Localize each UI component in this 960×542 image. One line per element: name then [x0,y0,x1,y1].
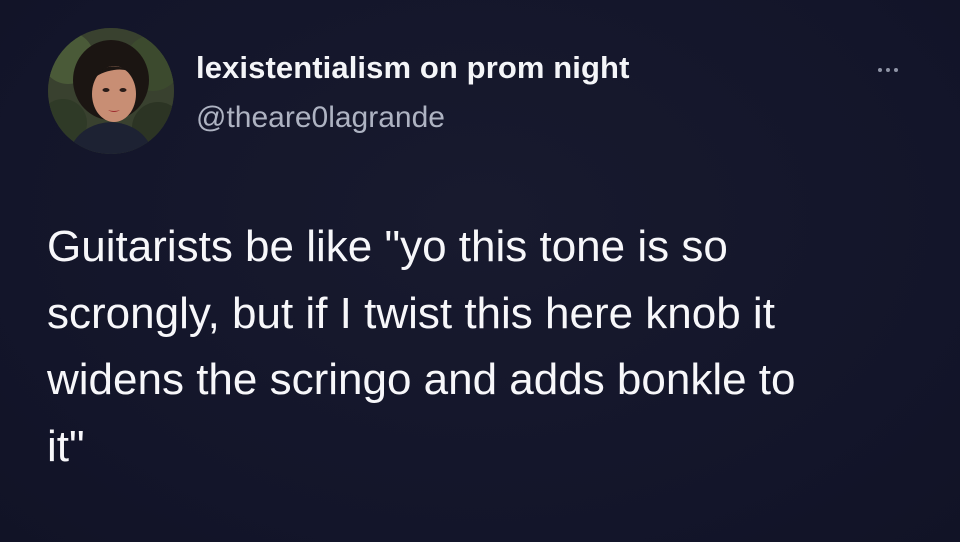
profile-photo-icon [48,28,174,154]
tweet-text-line: widens the scringo and adds bonkle to [47,355,796,404]
tweet-text-line: Guitarists be like "yo this tone is so [47,222,728,271]
author-handle[interactable]: @theare0lagrande [196,101,445,135]
more-dots-icon[interactable] [866,58,910,82]
tweet-card: lexistentialism on prom night @theare0la… [0,0,960,542]
tweet-text: Guitarists be like "yo this tone is so s… [47,214,927,480]
author-display-name[interactable]: lexistentialism on prom night [196,50,630,86]
tweet-text-line: it" [47,421,85,471]
avatar[interactable] [48,28,174,154]
tweet-text-line: scrongly, but if I twist this here knob … [47,288,775,338]
